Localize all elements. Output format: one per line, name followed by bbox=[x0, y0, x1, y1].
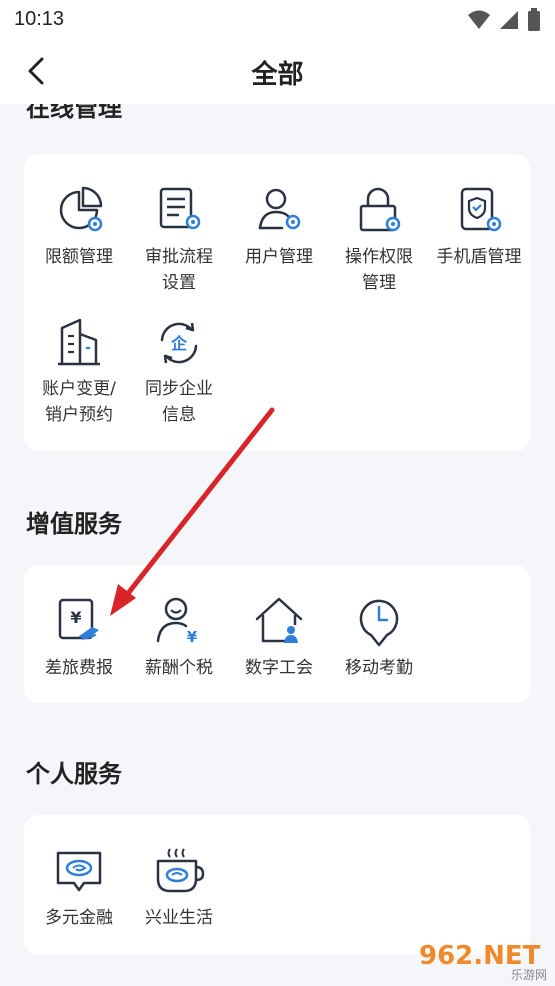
item-label: 账户变更/ 销户预约 bbox=[42, 379, 116, 425]
attendance-clock-icon bbox=[359, 599, 399, 647]
card-value-added: ¥ 差旅费报 ¥ 薪酬个税 数字工会 移动考勤 bbox=[24, 565, 530, 703]
item-user-management[interactable]: 用户管理 bbox=[224, 184, 334, 270]
item-sync-enterprise[interactable]: 企 同步企业 信息 bbox=[124, 316, 234, 428]
status-icons bbox=[467, 8, 541, 32]
item-digital-union[interactable]: 数字工会 bbox=[224, 595, 334, 681]
travel-expense-icon: ¥ bbox=[58, 598, 99, 640]
sync-enterprise-icon: 企 bbox=[160, 322, 198, 364]
svg-text:¥: ¥ bbox=[70, 608, 81, 627]
item-multi-finance[interactable]: 多元金融 bbox=[24, 845, 134, 931]
item-salary-tax[interactable]: ¥ 薪酬个税 bbox=[124, 595, 234, 681]
item-quota-management[interactable]: 限额管理 bbox=[24, 184, 134, 270]
section-title-personal: 个人服务 bbox=[26, 760, 122, 788]
digital-union-icon bbox=[255, 597, 303, 643]
item-phone-shield[interactable]: 手机盾管理 bbox=[424, 184, 534, 270]
item-label: 移动考勤 bbox=[345, 658, 413, 678]
item-label: 多元金融 bbox=[45, 908, 113, 928]
svg-text:乐游网: 乐游网 bbox=[511, 968, 547, 982]
phone-shield-icon bbox=[460, 187, 502, 232]
lock-gear-icon bbox=[359, 187, 401, 232]
wifi-icon bbox=[468, 10, 490, 29]
watermark-logo: 962.NET 乐游网 bbox=[419, 941, 547, 982]
status-time: 10:13 bbox=[14, 8, 65, 30]
page-title-overlay: 全部 bbox=[251, 60, 304, 90]
item-label: 数字工会 bbox=[245, 658, 313, 678]
item-permission-management[interactable]: 操作权限 管理 bbox=[324, 184, 434, 296]
battery-icon bbox=[528, 8, 540, 31]
signal-icon bbox=[500, 11, 518, 29]
quota-pie-icon bbox=[59, 186, 103, 232]
item-mobile-attendance[interactable]: 移动考勤 bbox=[324, 595, 434, 681]
status-bar: 10:13 bbox=[0, 0, 555, 40]
item-label: 兴业生活 bbox=[145, 908, 213, 928]
salary-tax-icon: ¥ bbox=[156, 597, 198, 646]
svg-text:¥: ¥ bbox=[187, 628, 198, 646]
card-online-management: 限额管理 审批流程 设置 用户管理 操作权限 管理 手机盾管理 账户变更/ 销户… bbox=[24, 154, 530, 451]
item-travel-expense[interactable]: ¥ 差旅费报 bbox=[24, 595, 134, 681]
item-label: 限额管理 bbox=[45, 247, 113, 267]
svg-text:962.NET: 962.NET bbox=[419, 941, 541, 971]
item-label: 手机盾管理 bbox=[436, 247, 522, 267]
item-label: 差旅费报 bbox=[45, 658, 113, 678]
life-cup-icon bbox=[156, 848, 205, 893]
section-title-value-added: 增值服务 bbox=[26, 510, 122, 538]
nav-bar-overlay: 全部 bbox=[0, 40, 555, 104]
item-label: 薪酬个税 bbox=[145, 658, 213, 678]
item-account-change[interactable]: 账户变更/ 销户预约 bbox=[24, 316, 134, 428]
item-approval-flow[interactable]: 审批流程 设置 bbox=[124, 184, 234, 296]
user-gear-icon bbox=[258, 188, 301, 230]
item-industrial-life[interactable]: 兴业生活 bbox=[124, 845, 234, 931]
finance-chat-icon bbox=[56, 851, 102, 892]
item-label: 操作权限 管理 bbox=[345, 247, 413, 293]
svg-text:企: 企 bbox=[170, 334, 188, 353]
building-icon bbox=[58, 318, 100, 366]
approval-doc-icon bbox=[159, 187, 201, 230]
item-label: 用户管理 bbox=[245, 247, 313, 267]
item-label: 审批流程 设置 bbox=[145, 247, 213, 293]
item-label: 同步企业 信息 bbox=[145, 379, 213, 425]
